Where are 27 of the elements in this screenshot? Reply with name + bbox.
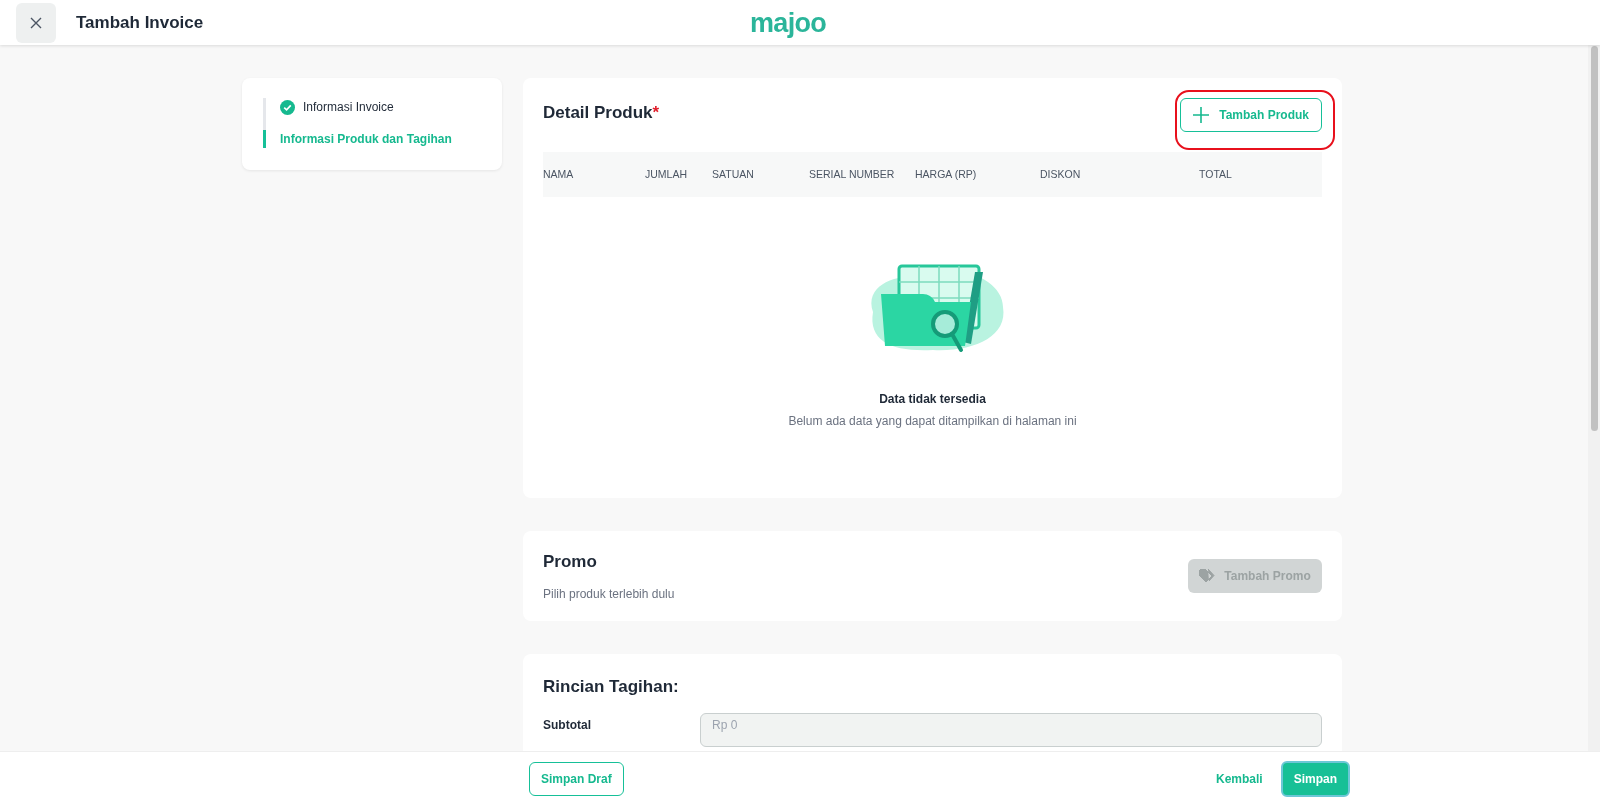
step-item[interactable]: Informasi Invoice	[263, 98, 481, 116]
column-header: DISKON	[1040, 166, 1082, 182]
close-icon	[30, 16, 42, 29]
save-draft-button[interactable]: Simpan Draf	[529, 762, 624, 796]
column-header: HARGA (RP)	[915, 166, 978, 182]
empty-message: Belum ada data yang dapat ditampilkan di halaman ini	[788, 413, 1077, 430]
back-link[interactable]: Kembali	[1215, 770, 1263, 788]
check-icon	[280, 99, 295, 115]
page-title: Tambah Invoice	[76, 11, 204, 34]
save-button[interactable]: Simpan	[1280, 761, 1350, 797]
promo-hint: Pilih produk terlebih dulu	[543, 585, 675, 603]
column-header: JUMLAH	[645, 166, 688, 182]
section-title: Rincian Tagihan:	[543, 675, 680, 698]
column-header: TOTAL	[1199, 166, 1233, 182]
logo: majoo	[750, 7, 827, 40]
empty-title: Data tidak tersedia	[879, 391, 986, 408]
field-label: Subtotal	[543, 717, 592, 734]
column-header: SATUAN	[712, 166, 755, 182]
step-item[interactable]: Informasi Produk dan Tagihan	[263, 130, 481, 148]
plus-icon	[1193, 107, 1210, 123]
tag-icon	[1199, 568, 1217, 583]
close-button[interactable]	[16, 2, 56, 43]
section-title: Promo	[543, 551, 598, 573]
add-product-button[interactable]: Tambah Produk	[1180, 98, 1322, 132]
section-title: Detail Produk*	[543, 102, 660, 124]
column-header: SERIAL NUMBER	[809, 166, 896, 182]
column-header: NAMA	[543, 166, 575, 182]
